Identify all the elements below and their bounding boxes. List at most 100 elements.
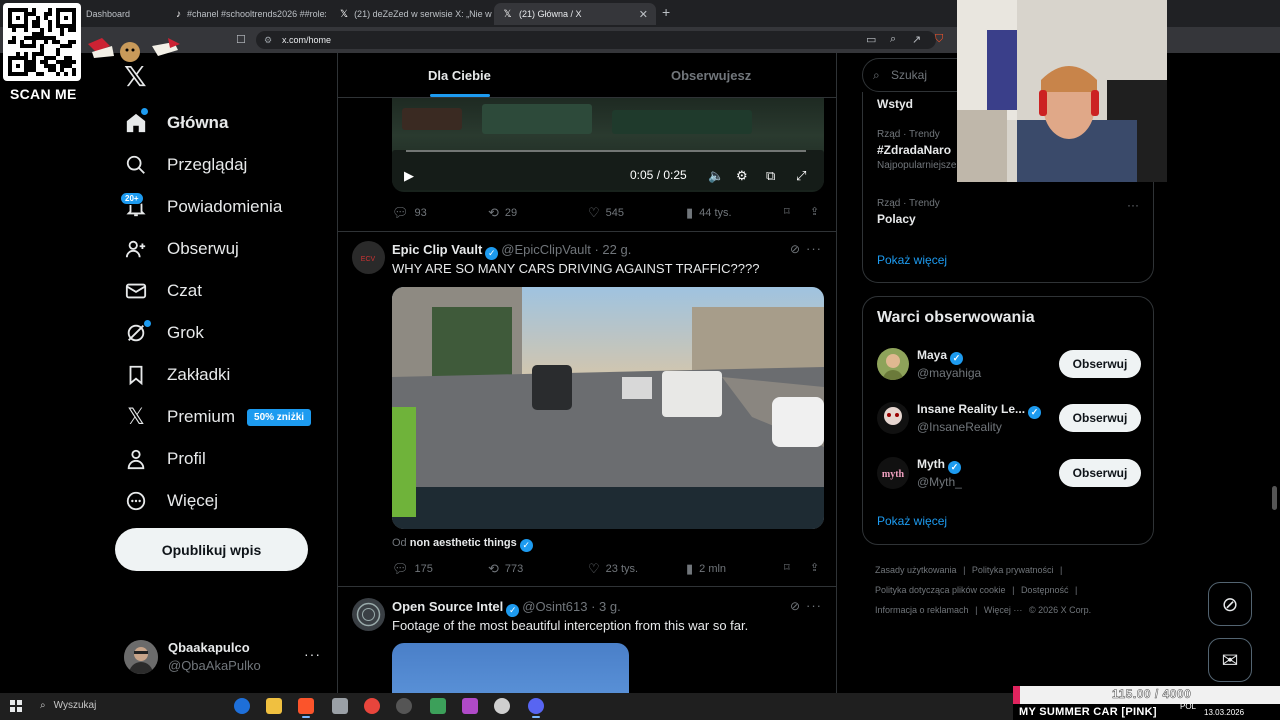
language-indicator[interactable]: POL	[1180, 702, 1196, 711]
like-button[interactable]: ♡ 23 tys.	[588, 561, 638, 577]
nav-item-premium[interactable]: 𝕏 Premium 50% zniżki	[118, 396, 338, 438]
page-scrollbar[interactable]	[1272, 486, 1277, 510]
account-switcher[interactable]: Qbaakapulco @QbaAkaPulko ···	[124, 640, 324, 674]
more-dots-icon[interactable]: ···	[1127, 198, 1139, 212]
browser-tab[interactable]: ♪ #chanel #schooltrends2026 ##rolex	[168, 3, 326, 25]
video-progress-bar[interactable]	[406, 150, 806, 152]
footer-link[interactable]: Polityka dotycząca plików cookie	[875, 585, 1006, 595]
browser-tab[interactable]: Dashboard	[78, 3, 170, 25]
tab-following[interactable]: Obserwujesz	[671, 68, 751, 83]
share-post-icon[interactable]: ⇪	[810, 561, 819, 574]
trend-item[interactable]: Wstyd	[877, 94, 913, 111]
settings-icon[interactable]: ⚙	[736, 168, 748, 184]
post-video[interactable]	[392, 287, 824, 529]
edge-icon[interactable]	[234, 698, 250, 714]
site-info-icon[interactable]: ⚙	[264, 35, 272, 46]
repost-button[interactable]: ⟲ 773	[488, 561, 523, 577]
follow-button[interactable]: Obserwuj	[1059, 459, 1141, 487]
share-icon[interactable]: ↗	[912, 33, 921, 46]
footer-link[interactable]: Zasady użytkowania	[875, 565, 957, 575]
repost-button[interactable]: ⟲ 29	[488, 205, 517, 221]
post-time[interactable]: · 3 g.	[591, 599, 621, 614]
screen-icon[interactable]: ▭	[866, 33, 876, 46]
author-name[interactable]: Epic Clip Vault	[392, 242, 482, 257]
clock-date[interactable]: 13.03.2026	[1204, 708, 1244, 717]
trend-item[interactable]: Rząd · Trendy #ZdradaNaro Najpopularniej…	[877, 129, 957, 171]
trend-item[interactable]: Rząd · Trendy Polacy	[877, 198, 940, 226]
author-name[interactable]: Open Source Intel	[392, 599, 503, 614]
avatar[interactable]	[352, 598, 385, 631]
show-more-link[interactable]: Pokaż więcej	[877, 253, 947, 267]
tab-for-you[interactable]: Dla Ciebie	[428, 68, 491, 83]
follow-button[interactable]: Obserwuj	[1059, 350, 1141, 378]
obs-icon[interactable]	[396, 698, 412, 714]
brave-shield-icon[interactable]: ⛉	[935, 33, 943, 46]
pip-icon[interactable]: ⧉	[766, 168, 775, 184]
author-handle[interactable]: @EpicClipVault	[501, 242, 591, 257]
like-button[interactable]: ♡ 545	[588, 205, 624, 221]
source-name[interactable]: non aesthetic things	[410, 537, 517, 549]
more-dots-icon[interactable]: ···	[806, 241, 822, 256]
video-player[interactable]: ▶ 0:05 / 0:25 🔈 ⚙ ⧉ ⤢	[392, 98, 824, 192]
author-handle[interactable]: @Osint613	[522, 599, 587, 614]
bookmark-post-icon[interactable]: ⌑	[784, 205, 790, 218]
file-explorer-icon[interactable]	[266, 698, 282, 714]
footer-link[interactable]: Informacja o reklamach	[875, 605, 969, 615]
nav-item-notifications[interactable]: Powiadomienia	[118, 186, 338, 228]
volume-icon[interactable]: 🔈	[708, 168, 724, 184]
suggested-account[interactable]: myth Myth ✓ @Myth_ Obserwuj	[877, 457, 1141, 491]
nav-item-grok[interactable]: Grok	[118, 312, 338, 354]
play-icon[interactable]: ▶	[404, 168, 414, 184]
fullscreen-icon[interactable]: ⤢	[796, 168, 806, 184]
post-media[interactable]	[392, 643, 629, 693]
post-time[interactable]: · 22 g.	[594, 242, 631, 257]
show-more-link[interactable]: Pokaż więcej	[877, 514, 947, 528]
nav-item-bookmarks[interactable]: Zakładki	[118, 354, 338, 396]
close-tab-icon[interactable]: ✕	[639, 8, 648, 21]
from-prefix: Od	[392, 537, 407, 549]
new-tab-icon[interactable]: +	[662, 4, 670, 20]
browser-tab[interactable]: 𝕏 (21) deZeZed w serwisie X: „Nie wier	[332, 3, 492, 25]
taskbar-search[interactable]: ⌕ Wyszukaj	[40, 700, 96, 711]
chrome-icon[interactable]	[364, 698, 380, 714]
nav-item-follow[interactable]: Obserwuj	[118, 228, 338, 270]
zoom-icon[interactable]: ⌕	[890, 33, 896, 46]
nav-item-more[interactable]: Więcej	[118, 480, 338, 522]
post-button[interactable]: Opublikuj wpis	[115, 528, 308, 571]
nav-item-explore[interactable]: Przeglądaj	[118, 144, 338, 186]
suggested-account[interactable]: Insane Reality Le... ✓ @InsaneReality Obs…	[877, 402, 1141, 436]
play-app-icon[interactable]	[430, 698, 446, 714]
avatar[interactable]: ECV	[352, 241, 385, 274]
app-icon[interactable]	[462, 698, 478, 714]
discord-icon[interactable]	[528, 698, 544, 718]
app-icon[interactable]	[332, 698, 348, 714]
app-icon[interactable]	[494, 698, 510, 714]
bookmark-post-icon[interactable]: ⌑	[784, 561, 790, 574]
nav-item-profile[interactable]: Profil	[118, 438, 338, 480]
trend-title: #ZdradaNaro	[877, 143, 952, 157]
reply-button[interactable]: 💬︎ 93	[392, 205, 427, 221]
follow-button[interactable]: Obserwuj	[1059, 404, 1141, 432]
reply-button[interactable]: 💬︎ 175	[392, 561, 433, 577]
views-button[interactable]: ▮ 44 tys.	[686, 205, 732, 221]
nav-item-home[interactable]: Główna	[118, 102, 338, 144]
footer-link[interactable]: Dostępność	[1021, 585, 1069, 595]
footer-link[interactable]: Polityka prywatności	[972, 565, 1054, 575]
grok-fab-button[interactable]: ⊘	[1208, 582, 1252, 626]
share-post-icon[interactable]: ⇪	[810, 205, 819, 218]
footer-link[interactable]: Więcej ···	[984, 605, 1023, 615]
views-button[interactable]: ▮ 2 mln	[686, 561, 726, 577]
bookmark-page-icon[interactable]: ☐	[236, 33, 246, 46]
grok-icon[interactable]: ⊘	[790, 242, 800, 256]
brave-icon[interactable]	[298, 698, 314, 718]
more-dots-icon[interactable]: ···	[304, 646, 321, 662]
more-dots-icon[interactable]: ···	[806, 598, 822, 613]
url-field[interactable]: ⚙ x.com/home	[256, 31, 936, 49]
trend-meta: Rząd · Trendy	[877, 129, 940, 140]
grok-icon[interactable]: ⊘	[790, 599, 800, 613]
browser-tab-active[interactable]: 𝕏 (21) Główna / X ✕	[494, 3, 656, 25]
suggested-account[interactable]: Maya ✓ @mayahiga Obserwuj	[877, 348, 1141, 382]
nav-item-chat[interactable]: Czat	[118, 270, 338, 312]
messages-fab-button[interactable]: ✉	[1208, 638, 1252, 682]
windows-start-icon[interactable]	[10, 700, 22, 712]
